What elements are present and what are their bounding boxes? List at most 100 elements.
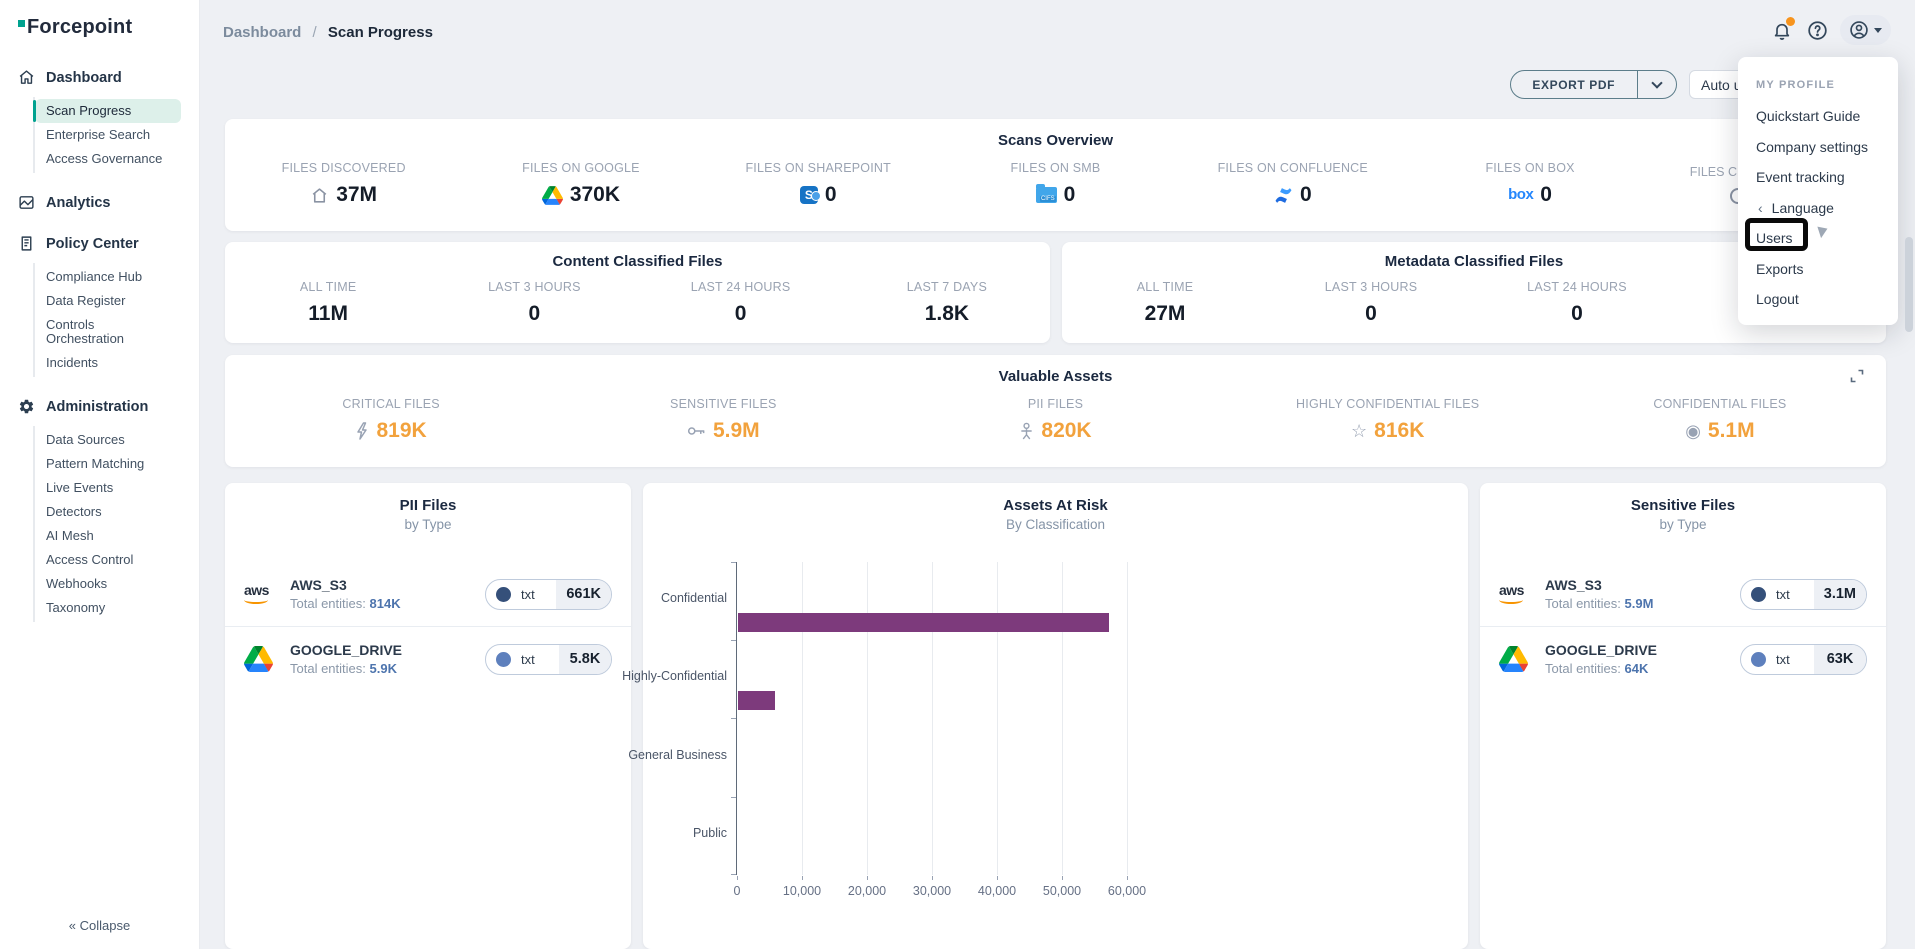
type-count-chip[interactable]: txt 661K xyxy=(485,579,612,610)
sidebar-item-incidents[interactable]: Incidents xyxy=(35,351,181,375)
stat-label: PII FILES xyxy=(889,397,1221,411)
type-label: txt xyxy=(521,587,535,602)
axis-tick xyxy=(997,876,998,880)
x-tick-label: 30,000 xyxy=(913,884,951,898)
sidebar-item-policy-center[interactable]: Policy Center xyxy=(0,228,199,259)
chevron-down-icon xyxy=(1874,28,1882,33)
stat-label: LAST 7 DAYS xyxy=(844,280,1050,294)
card-subtitle: by Type xyxy=(1480,517,1886,532)
sidebar-item-dashboard[interactable]: Dashboard xyxy=(0,62,199,93)
expand-icon[interactable] xyxy=(1850,369,1864,383)
menu-item-event-tracking[interactable]: Event tracking xyxy=(1756,169,1880,186)
stat-value: 27M xyxy=(1145,302,1186,326)
sidebar: Forcepoint Dashboard Scan Progress Enter… xyxy=(0,0,200,949)
type-count-chip[interactable]: txt 3.1M xyxy=(1740,579,1867,610)
sidebar-item-live-events[interactable]: Live Events xyxy=(35,476,181,500)
total-entities-value: 5.9K xyxy=(370,661,397,676)
menu-item-language[interactable]: ‹ Language xyxy=(1756,200,1880,217)
source-name: AWS_S3 xyxy=(290,577,401,593)
stat-label: LAST 24 HOURS xyxy=(1474,280,1680,294)
type-count-chip[interactable]: txt 5.8K xyxy=(485,644,612,675)
chart-title: Assets At Risk xyxy=(643,497,1468,514)
stat-label: FILES ON SMB xyxy=(937,161,1174,175)
sharepoint-icon: S xyxy=(800,186,818,204)
export-options-button[interactable] xyxy=(1638,83,1676,87)
type-dot-icon xyxy=(1751,652,1766,667)
list-item-aws-s3: aws AWS_S3 Total entities: 5.9M txt 3.1M xyxy=(1480,562,1886,626)
home-icon xyxy=(310,186,329,205)
valuable-assets-stats: CRITICAL FILES 819K SENSITIVE FILES 5.9M… xyxy=(225,397,1886,443)
menu-item-quickstart-guide[interactable]: Quickstart Guide xyxy=(1756,108,1880,125)
sidebar-item-data-sources[interactable]: Data Sources xyxy=(35,428,181,452)
gear-icon xyxy=(18,398,35,415)
target-icon: ◉ xyxy=(1685,422,1701,440)
content-classified-card: Content Classified Files ALL TIME11M LAS… xyxy=(225,242,1050,343)
type-count-chip[interactable]: txt 63K xyxy=(1740,644,1867,675)
logo-text: Forcepoint xyxy=(27,16,132,39)
sidebar-item-administration[interactable]: Administration xyxy=(0,391,199,422)
scans-overview-card: Scans Overview FILES DISCOVERED 37M FILE… xyxy=(225,119,1886,231)
gridline xyxy=(997,562,998,875)
stat-value: 0 xyxy=(529,302,541,326)
home-icon xyxy=(18,69,35,86)
gridline xyxy=(932,562,933,875)
stat-label: FILES DISCOVERED xyxy=(225,161,462,175)
menu-item-company-settings[interactable]: Company settings xyxy=(1756,139,1880,156)
collapse-sidebar-button[interactable]: « Collapse xyxy=(0,918,199,933)
bolt-icon xyxy=(355,422,369,440)
axis-tick xyxy=(1127,876,1128,880)
axis-tick xyxy=(731,797,736,798)
menu-item-exports[interactable]: Exports xyxy=(1756,261,1880,278)
person-icon xyxy=(1019,422,1034,440)
vertical-scrollbar-thumb[interactable] xyxy=(1905,237,1913,332)
sidebar-item-pattern-matching[interactable]: Pattern Matching xyxy=(35,452,181,476)
stat-confidential-files: CONFIDENTIAL FILES ◉ 5.1M xyxy=(1554,397,1886,443)
sidebar-item-data-register[interactable]: Data Register xyxy=(35,289,181,313)
user-menu-button[interactable] xyxy=(1840,15,1891,45)
type-label: txt xyxy=(1776,652,1790,667)
sidebar-item-detectors[interactable]: Detectors xyxy=(35,500,181,524)
type-dot-icon xyxy=(496,652,511,667)
sidebar-item-scan-progress[interactable]: Scan Progress xyxy=(35,99,181,123)
total-entities-label: Total entities: xyxy=(290,596,366,611)
axis-tick xyxy=(932,876,933,880)
total-entities-label: Total entities: xyxy=(1545,596,1621,611)
type-count: 5.8K xyxy=(559,645,611,674)
sidebar-item-access-control[interactable]: Access Control xyxy=(35,548,181,572)
card-title: Scans Overview xyxy=(225,132,1886,149)
sidebar-nav: Dashboard Scan Progress Enterprise Searc… xyxy=(0,62,199,636)
x-tick-label: 40,000 xyxy=(978,884,1016,898)
menu-item-logout[interactable]: Logout xyxy=(1756,291,1880,308)
x-tick-label: 60,000 xyxy=(1108,884,1146,898)
sidebar-item-label: Administration xyxy=(46,399,148,415)
sidebar-item-enterprise-search[interactable]: Enterprise Search xyxy=(35,123,181,147)
notifications-button[interactable] xyxy=(1770,18,1794,42)
breadcrumb-dashboard[interactable]: Dashboard xyxy=(223,24,301,41)
sidebar-item-access-governance[interactable]: Access Governance xyxy=(35,147,181,171)
card-title: Valuable Assets xyxy=(225,368,1886,385)
sidebar-item-analytics[interactable]: Analytics xyxy=(0,187,199,218)
bar-highly-confidential[interactable] xyxy=(738,691,775,710)
axis-tick xyxy=(867,876,868,880)
notification-badge xyxy=(1786,17,1795,26)
type-dot-icon xyxy=(496,587,511,602)
stat-value: 0 xyxy=(1300,183,1312,207)
bar-confidential[interactable] xyxy=(738,613,1109,632)
sidebar-item-ai-mesh[interactable]: AI Mesh xyxy=(35,524,181,548)
sidebar-item-taxonomy[interactable]: Taxonomy xyxy=(35,596,181,620)
pii-rows: aws AWS_S3 Total entities: 814K txt 661K… xyxy=(225,562,631,691)
valuable-assets-card: Valuable Assets CRITICAL FILES 819K SENS… xyxy=(225,355,1886,467)
sidebar-item-webhooks[interactable]: Webhooks xyxy=(35,572,181,596)
stat-pii-files: PII FILES 820K xyxy=(889,397,1221,443)
sidebar-item-controls-orchestration[interactable]: Controls Orchestration xyxy=(35,313,181,351)
sidebar-item-compliance-hub[interactable]: Compliance Hub xyxy=(35,265,181,289)
help-button[interactable] xyxy=(1805,18,1829,42)
list-item-google-drive: GOOGLE_DRIVE Total entities: 5.9K txt 5.… xyxy=(225,626,631,691)
assets-at-risk-card: Assets At Risk By Classification Confide… xyxy=(643,483,1468,949)
stat-label: HIGHLY CONFIDENTIAL FILES xyxy=(1222,397,1554,411)
export-pdf-button[interactable]: EXPORT PDF xyxy=(1510,70,1677,99)
star-icon: ☆ xyxy=(1351,422,1367,440)
topbar-actions xyxy=(1770,15,1891,45)
logo-accent-icon xyxy=(18,20,25,27)
menu-item-users[interactable]: Users xyxy=(1756,230,1880,247)
